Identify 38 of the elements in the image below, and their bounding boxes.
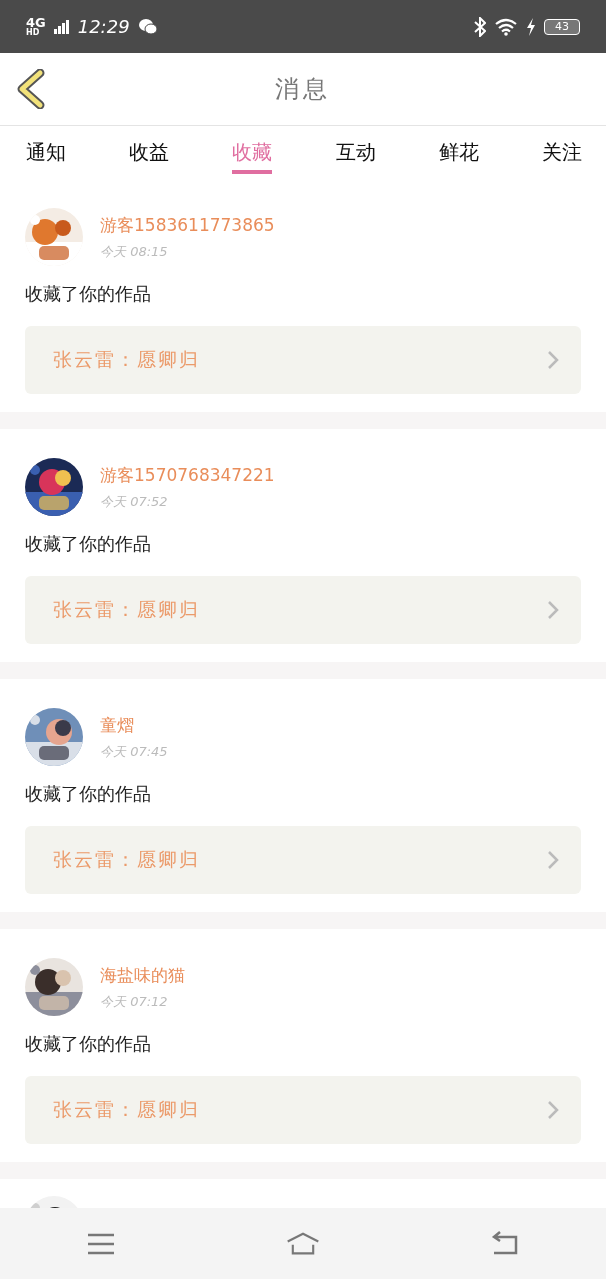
tab[interactable]: 收益 — [129, 126, 170, 174]
tab[interactable]: 鲜花 — [438, 126, 479, 174]
work-title: 张云雷：愿卿归 — [53, 597, 200, 622]
work-title: 张云雷：愿卿归 — [53, 847, 200, 872]
timestamp: 今天 07:12 — [100, 992, 169, 1011]
chevron-right-icon — [547, 1100, 559, 1120]
message-text: 收藏了你的作品 — [25, 532, 152, 556]
timestamp: 今天 08:15 — [100, 242, 169, 261]
work-link[interactable]: 张云雷：愿卿归 — [25, 326, 581, 394]
chat-bubbles-icon — [137, 17, 158, 36]
user-name[interactable]: 游客1583611773865 — [100, 213, 275, 237]
timestamp: 今天 07:45 — [100, 742, 168, 761]
message-text: 收藏了你的作品 — [25, 1032, 152, 1056]
message-text: 收藏了你的作品 — [25, 282, 152, 306]
user-name[interactable]: 海盐味的猫 — [100, 963, 185, 987]
tab[interactable]: 关注 — [541, 126, 582, 174]
timestamp: 今天 07:52 — [100, 492, 169, 511]
user-name[interactable]: 童熠 — [100, 713, 168, 737]
chevron-right-icon — [547, 850, 559, 870]
bluetooth-icon — [474, 16, 486, 37]
tab[interactable]: 通知 — [26, 126, 66, 174]
work-link[interactable]: 张云雷：愿卿归 — [25, 1076, 581, 1144]
work-title: 张云雷：愿卿归 — [53, 1097, 200, 1122]
signal-icon — [53, 19, 70, 34]
clock-time: 12:29 — [77, 16, 130, 37]
chevron-right-icon — [547, 600, 559, 620]
charging-icon — [526, 17, 536, 36]
wifi-icon — [494, 17, 518, 36]
chevron-right-icon — [547, 350, 559, 370]
work-link[interactable]: 张云雷：愿卿归 — [25, 826, 581, 894]
tab[interactable]: 收藏 — [232, 126, 273, 174]
user-name[interactable]: 游客1570768347221 — [100, 463, 275, 487]
page-title: 消息 — [274, 74, 332, 105]
work-title: 张云雷：愿卿归 — [53, 347, 200, 372]
battery-level: 43 — [544, 18, 580, 35]
tab[interactable]: 互动 — [335, 126, 376, 174]
work-link[interactable]: 张云雷：愿卿归 — [25, 576, 581, 644]
message-text: 收藏了你的作品 — [25, 782, 152, 806]
